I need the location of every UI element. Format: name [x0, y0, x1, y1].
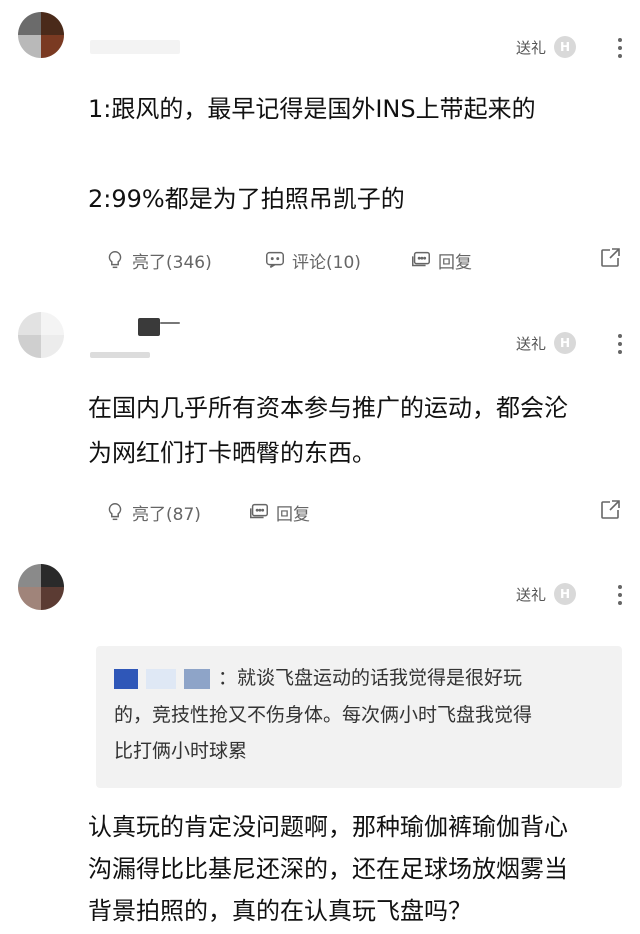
comment-text: 1:跟风的，最早记得是国外INS上带起来的 2:99%都是为了拍照吊凯子的 — [88, 87, 600, 222]
username-redacted — [90, 40, 180, 54]
reply-label: 回复 — [276, 504, 310, 525]
comment-line: 2:99%都是为了拍照吊凯子的 — [88, 185, 405, 213]
lightbulb-icon — [108, 251, 122, 269]
gift-label: 送礼 — [515, 585, 546, 604]
avatar[interactable] — [18, 564, 64, 610]
share-button[interactable] — [598, 246, 622, 275]
timestamp-redacted — [90, 352, 150, 358]
gift-button[interactable]: 送礼 H — [516, 332, 576, 354]
gift-icon: H — [554, 332, 576, 354]
reply-icon — [412, 251, 430, 267]
comment-line: 为网红们打卡晒臀的东西。 — [88, 439, 376, 467]
comment-text: 认真玩的肯定没问题啊，那种瑜伽裤瑜伽背心 沟漏得比比基尼还深的，还在足球场放烟雾… — [88, 806, 600, 932]
more-vertical-icon[interactable] — [618, 38, 622, 62]
comment-line: 背景拍照的，真的在认真玩飞盘吗？ — [88, 897, 472, 925]
comment-actions: 亮了(87) 回复 — [104, 498, 622, 526]
comment-text: 在国内几乎所有资本参与推广的运动，都会沦 为网红们打卡晒臀的东西。 — [88, 386, 600, 476]
comment-actions: 亮了(346) 评论(10) 回复 — [104, 246, 622, 274]
comment-line: 在国内几乎所有资本参与推广的运动，都会沦 — [88, 394, 568, 422]
comment-card: 送礼 H 1:跟风的，最早记得是国外INS上带起来的 2:99%都是为了拍照吊凯… — [0, 0, 640, 290]
like-button[interactable]: 亮了(346) — [104, 246, 212, 274]
avatar[interactable] — [18, 312, 64, 358]
reply-icon — [250, 503, 268, 519]
more-vertical-icon[interactable] — [618, 334, 622, 358]
avatar[interactable] — [18, 12, 64, 58]
comment-button[interactable]: 评论(10) — [264, 246, 361, 274]
username-redacted — [138, 318, 160, 336]
comment-line: 沟漏得比比基尼还深的，还在足球场放烟雾当 — [88, 855, 568, 883]
lightbulb-icon — [108, 503, 122, 521]
gift-label: 送礼 — [515, 38, 546, 57]
quoted-reply[interactable]: ：就谈飞盘运动的话我觉得是很好玩 的，竞技性抢又不伤身体。每次俩小时飞盘我觉得 … — [96, 646, 622, 788]
more-vertical-icon[interactable] — [618, 585, 622, 609]
reply-button[interactable]: 回复 — [248, 498, 310, 526]
quoted-username-redacted — [114, 661, 218, 697]
quote-line: 的，竞技性抢又不伤身体。每次俩小时飞盘我觉得 — [114, 703, 533, 726]
like-count: 亮了(87) — [132, 504, 201, 525]
gift-icon: H — [554, 583, 576, 605]
comment-line: 1:跟风的，最早记得是国外INS上带起来的 — [88, 95, 536, 123]
reply-label: 回复 — [438, 252, 472, 273]
share-icon — [601, 500, 620, 519]
comment-card: 送礼 H ：就谈飞盘运动的话我觉得是很好玩 的，竞技性抢又不伤身体。每次俩小时飞… — [0, 550, 640, 934]
comment-line — [88, 132, 600, 177]
like-count: 亮了(346) — [132, 252, 212, 273]
share-icon — [601, 248, 620, 267]
like-button[interactable]: 亮了(87) — [104, 498, 201, 526]
gift-icon: H — [554, 36, 576, 58]
gift-button[interactable]: 送礼 H — [516, 36, 576, 58]
comment-count: 评论(10) — [292, 252, 361, 273]
username-redacted — [160, 322, 180, 324]
comment-card: 送礼 H 在国内几乎所有资本参与推广的运动，都会沦 为网红们打卡晒臀的东西。 亮… — [0, 290, 640, 550]
quote-line: 比打俩小时球累 — [114, 739, 248, 762]
quote-text: ：就谈飞盘运动的话我觉得是很好玩 — [218, 667, 523, 689]
chat-bubble-icon — [266, 251, 284, 268]
comment-line: 认真玩的肯定没问题啊，那种瑜伽裤瑜伽背心 — [88, 813, 568, 841]
quote-line: ：就谈飞盘运动的话我觉得是很好玩 — [114, 660, 604, 697]
gift-label: 送礼 — [515, 334, 546, 353]
gift-button[interactable]: 送礼 H — [516, 583, 576, 605]
reply-button[interactable]: 回复 — [410, 246, 472, 274]
share-button[interactable] — [598, 498, 622, 527]
